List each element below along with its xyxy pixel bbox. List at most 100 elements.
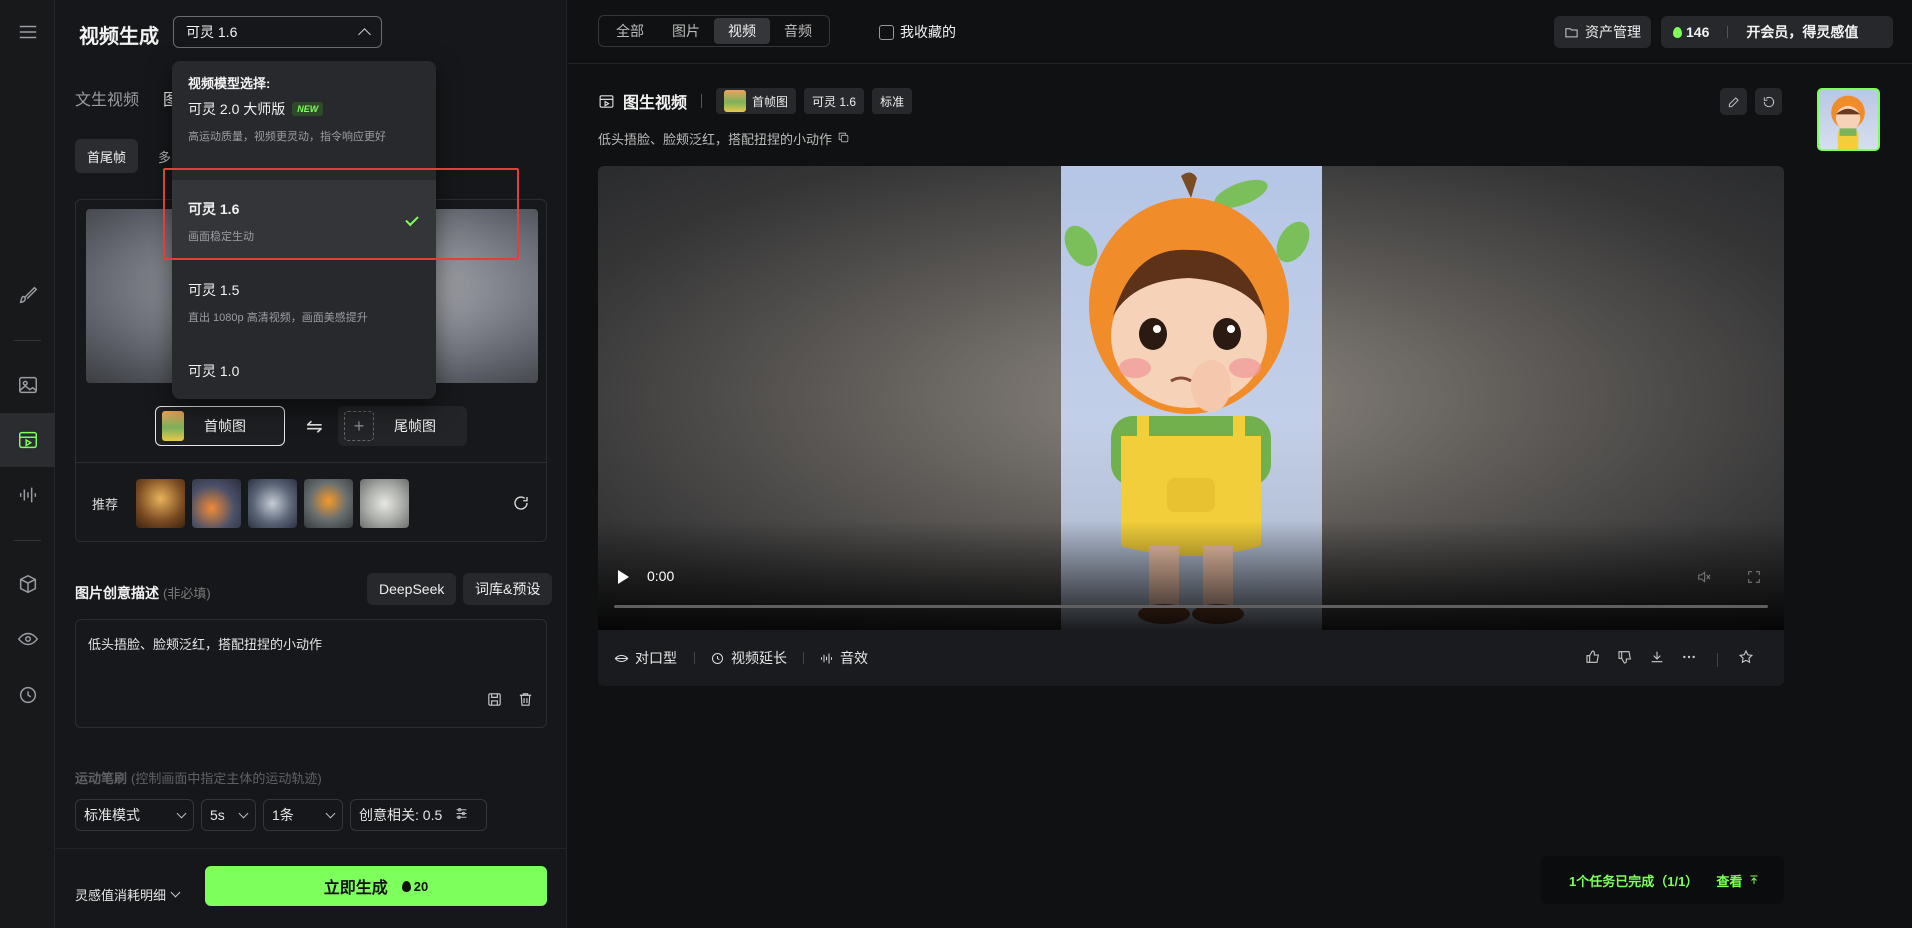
video-time: 0:00 — [647, 568, 675, 584]
task-complete-toast: 1个任务已完成（1/1） 查看 — [1541, 856, 1784, 904]
checkbox-icon — [879, 24, 894, 40]
creativity-setting[interactable]: 创意相关: 0.5 — [350, 799, 487, 831]
lips-icon — [614, 654, 629, 662]
bottom-bar: 灵感值消耗明细 立即生成 20 — [55, 848, 567, 928]
thumbs-down-icon[interactable] — [1617, 649, 1633, 670]
asset-management-button[interactable]: 资产管理 — [1554, 16, 1651, 48]
audio-wave-icon[interactable] — [0, 468, 55, 522]
model-option-name: 可灵 1.0 — [188, 363, 240, 379]
first-frame-button[interactable]: 首帧图 — [155, 406, 285, 446]
credits-value: 146 — [1686, 24, 1710, 40]
first-frame-tag-label: 首帧图 — [752, 94, 789, 109]
thumbs-up-icon[interactable] — [1585, 649, 1601, 670]
asset-label: 资产管理 — [1585, 24, 1641, 40]
prompt-label-text: 图片创意描述 — [75, 585, 159, 601]
model-option-kling-1-5[interactable]: 可灵 1.5 直出 1080p 高清视频，画面美感提升 — [172, 260, 436, 340]
mode-tabs: 文生视频 图 — [75, 86, 179, 110]
refresh-icon[interactable] — [512, 494, 530, 512]
dropdown-header: 视频模型选择: — [188, 76, 271, 91]
image-icon[interactable] — [0, 358, 55, 412]
model-tag: 可灵 1.6 — [804, 88, 865, 114]
filter-all[interactable]: 全部 — [602, 18, 658, 44]
result-prompt-text: 低头捂脸、脸颊泛红，搭配扭捏的小动作 — [598, 132, 833, 147]
model-option-kling-2[interactable]: 可灵 2.0 大师版 NEW 高运动质量，视频更灵动，指令响应更好 — [172, 99, 436, 179]
count-select[interactable]: 1条 — [263, 799, 343, 831]
filter-images[interactable]: 图片 — [658, 18, 714, 44]
swap-icon[interactable]: ⇋ — [306, 414, 323, 439]
video-player[interactable]: 0:00 — [598, 166, 1784, 630]
favorites-checkbox[interactable]: 我收藏的 — [879, 22, 956, 42]
duration-select-value: 5s — [210, 807, 225, 823]
mode-select[interactable]: 标准模式 — [75, 799, 194, 831]
recommend-thumbnails — [136, 479, 409, 528]
recommend-thumbnail[interactable] — [192, 479, 241, 528]
filter-videos[interactable]: 视频 — [714, 18, 770, 44]
brush-icon[interactable] — [0, 268, 55, 322]
sliders-icon — [442, 806, 469, 824]
result-header-actions — [1720, 88, 1782, 115]
quality-tag: 标准 — [872, 88, 913, 114]
history-thumbnail[interactable] — [1817, 88, 1880, 151]
download-icon[interactable] — [1649, 649, 1665, 670]
model-select[interactable]: 可灵 1.6 — [173, 16, 382, 48]
trash-icon[interactable] — [517, 691, 534, 711]
history-icon[interactable] — [0, 668, 55, 722]
fullscreen-icon[interactable] — [1746, 569, 1762, 590]
extend-video-label: 视频延长 — [731, 650, 787, 666]
last-frame-label: 尾帧图 — [394, 418, 436, 434]
video-progress-bar[interactable] — [614, 605, 1768, 608]
membership-bar[interactable]: 146 开会员，得灵感值 — [1661, 16, 1893, 48]
extend-icon — [712, 652, 723, 664]
video-controls: 0:00 — [598, 550, 1784, 630]
plus-icon: + — [344, 411, 374, 441]
lip-sync-button[interactable]: 对口型 — [614, 648, 677, 668]
divider — [76, 462, 546, 463]
sound-effect-button[interactable]: 音效 — [819, 648, 868, 668]
divider — [1717, 652, 1718, 667]
prompt-input[interactable]: 低头捂脸、脸颊泛红，搭配扭捏的小动作 — [75, 619, 547, 728]
star-icon[interactable] — [1738, 649, 1754, 670]
first-frame-mini-thumbnail — [724, 90, 747, 112]
regenerate-icon[interactable] — [1755, 88, 1782, 115]
eye-icon[interactable] — [0, 612, 55, 666]
result-title: 图生视频 — [598, 89, 687, 113]
menu-icon[interactable] — [0, 5, 55, 59]
recommend-thumbnail[interactable] — [304, 479, 353, 528]
recommend-thumbnail[interactable] — [360, 479, 409, 528]
generate-button[interactable]: 立即生成 20 — [205, 866, 547, 906]
count-select-value: 1条 — [272, 807, 294, 823]
cube-icon[interactable] — [0, 557, 55, 611]
model-option-kling-1-0[interactable]: 可灵 1.0 — [172, 339, 436, 395]
filter-audio[interactable]: 音频 — [770, 18, 826, 44]
view-task-button[interactable]: 查看 — [1716, 871, 1760, 890]
duration-select[interactable]: 5s — [201, 799, 256, 831]
last-frame-button[interactable]: + 尾帧图 — [338, 406, 467, 446]
more-icon[interactable] — [1681, 649, 1697, 670]
lip-sync-label: 对口型 — [635, 650, 677, 666]
sound-wave-icon — [821, 653, 832, 663]
member-label[interactable]: 开会员，得灵感值 — [1746, 22, 1858, 42]
save-icon[interactable] — [486, 691, 503, 711]
cost-detail-toggle[interactable]: 灵感值消耗明细 — [75, 885, 181, 904]
deepseek-button[interactable]: DeepSeek — [367, 573, 457, 605]
first-frame-tag: 首帧图 — [716, 88, 797, 114]
recommend-thumbnail[interactable] — [248, 479, 297, 528]
motion-brush-label: 运动笔刷 (控制画面中指定主体的运动轨迹) — [75, 768, 322, 787]
subtab-first-last-frame[interactable]: 首尾帧 — [75, 139, 139, 173]
copy-icon[interactable] — [837, 131, 850, 147]
divider — [694, 652, 695, 664]
first-frame-label: 首帧图 — [204, 418, 246, 434]
edit-icon[interactable] — [1720, 88, 1747, 115]
first-frame-thumbnail — [162, 411, 184, 441]
extend-video-button[interactable]: 视频延长 — [710, 648, 787, 668]
tab-text-to-video[interactable]: 文生视频 — [75, 86, 139, 110]
presets-button[interactable]: 词库&预设 — [463, 573, 553, 605]
flame-icon — [401, 880, 411, 892]
video-icon[interactable] — [0, 413, 55, 467]
recommend-thumbnail[interactable] — [136, 479, 185, 528]
play-icon[interactable] — [618, 570, 629, 584]
view-task-label: 查看 — [1716, 873, 1743, 889]
chevron-down-icon — [176, 808, 187, 818]
generate-cost: 20 — [401, 879, 428, 894]
mute-icon[interactable] — [1696, 569, 1712, 590]
